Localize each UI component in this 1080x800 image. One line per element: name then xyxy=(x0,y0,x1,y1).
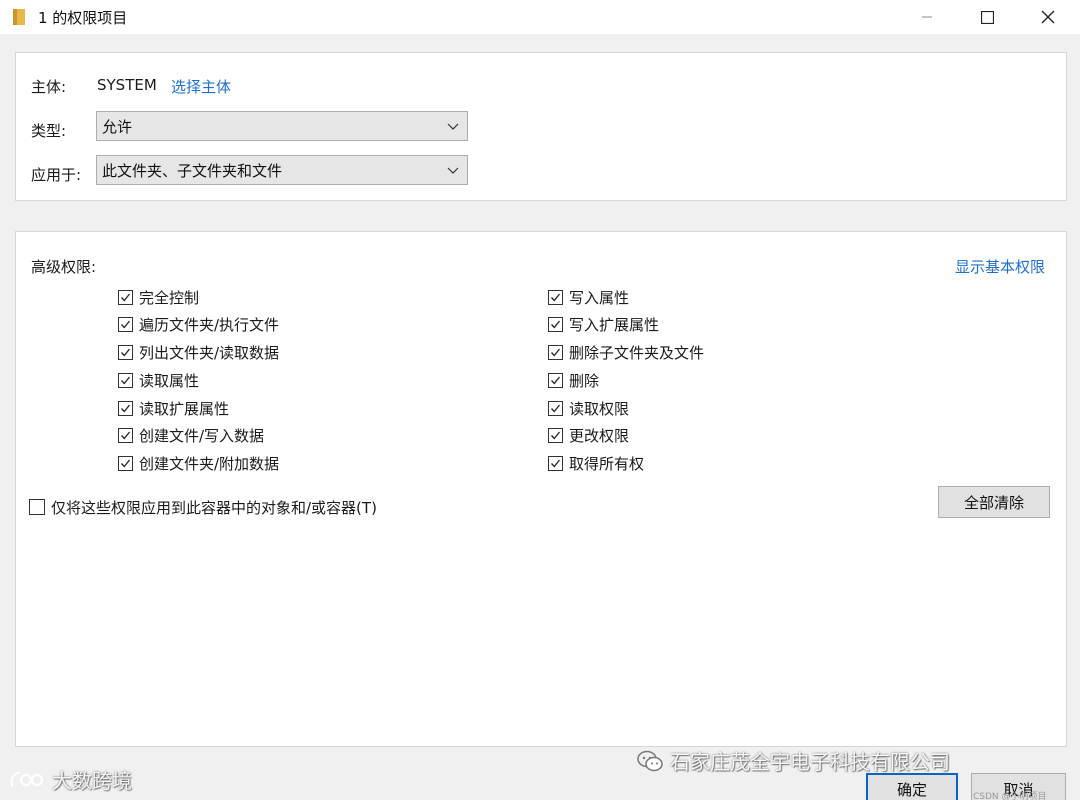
principal-label: 主体: xyxy=(31,78,67,96)
type-select[interactable]: 允许 xyxy=(96,111,468,141)
chevron-down-icon xyxy=(447,167,459,174)
permission-label: 创建文件/写入数据 xyxy=(139,426,265,445)
checkmark-icon xyxy=(121,459,131,467)
maximize-icon xyxy=(980,10,994,24)
checkbox[interactable] xyxy=(118,316,133,332)
checkmark-icon xyxy=(551,404,561,412)
checkmark-icon xyxy=(551,320,561,328)
checkbox[interactable] xyxy=(548,316,563,332)
checkmark-icon xyxy=(121,376,131,384)
checkbox[interactable] xyxy=(29,499,45,515)
permission-delete[interactable]: 删除 xyxy=(548,370,599,390)
maximize-button[interactable] xyxy=(957,0,1017,34)
checkbox[interactable] xyxy=(118,455,133,471)
permission-read-attributes[interactable]: 读取属性 xyxy=(118,370,199,390)
permission-label: 读取权限 xyxy=(569,399,630,418)
permission-label: 删除 xyxy=(569,371,600,390)
checkbox[interactable] xyxy=(548,427,563,443)
advanced-permissions-label: 高级权限: xyxy=(31,258,97,276)
wechat-icon xyxy=(637,750,663,771)
checkbox[interactable] xyxy=(118,289,133,305)
permission-label: 创建文件夹/附加数据 xyxy=(139,454,280,473)
checkmark-icon xyxy=(121,348,131,356)
checkmark-icon xyxy=(121,404,131,412)
checkbox[interactable] xyxy=(548,372,563,388)
advanced-permissions-panel xyxy=(15,231,1067,747)
applies-to-select[interactable]: 此文件夹、子文件夹和文件 xyxy=(96,155,468,185)
permission-label: 列出文件夹/读取数据 xyxy=(139,343,280,362)
permission-write-extended-attributes[interactable]: 写入扩展属性 xyxy=(548,314,659,334)
permission-read-permissions[interactable]: 读取权限 xyxy=(548,398,629,418)
checkbox[interactable] xyxy=(118,427,133,443)
checkbox[interactable] xyxy=(118,372,133,388)
permission-traverse-execute[interactable]: 遍历文件夹/执行文件 xyxy=(118,314,279,334)
permission-label: 完全控制 xyxy=(139,288,200,307)
ok-button[interactable]: 确定 xyxy=(866,773,958,800)
checkbox[interactable] xyxy=(548,455,563,471)
select-principal-link[interactable]: 选择主体 xyxy=(171,76,231,97)
clear-all-button[interactable]: 全部清除 xyxy=(938,486,1050,518)
permission-create-files-write-data[interactable]: 创建文件/写入数据 xyxy=(118,425,264,445)
minimize-icon xyxy=(922,16,932,18)
watermark-csdn: CSDN @小明项目 xyxy=(973,792,1047,800)
checkmark-icon xyxy=(551,376,561,384)
watermark-company-text: 石家庄茂全宇电子科技有限公司 xyxy=(670,750,950,774)
checkbox[interactable] xyxy=(118,344,133,360)
checkmark-icon xyxy=(121,293,131,301)
permission-label: 读取属性 xyxy=(139,371,200,390)
permission-take-ownership[interactable]: 取得所有权 xyxy=(548,453,644,473)
minimize-button[interactable] xyxy=(897,0,957,34)
type-select-value: 允许 xyxy=(102,117,133,136)
permission-label: 取得所有权 xyxy=(569,454,645,473)
close-icon xyxy=(1041,10,1055,24)
checkbox[interactable] xyxy=(548,289,563,305)
permission-label: 遍历文件夹/执行文件 xyxy=(139,315,280,334)
checkmark-icon xyxy=(551,348,561,356)
permission-label: 写入扩展属性 xyxy=(569,315,660,334)
permission-label: 写入属性 xyxy=(569,288,630,307)
checkmark-icon xyxy=(551,431,561,439)
window-title: 1 的权限项目 xyxy=(38,9,128,27)
brand-logo-icon xyxy=(10,771,44,787)
checkmark-icon xyxy=(551,459,561,467)
checkbox[interactable] xyxy=(548,344,563,360)
checkbox[interactable] xyxy=(118,400,133,416)
watermark-brand: 大数跨境 xyxy=(8,765,132,794)
checkmark-icon xyxy=(551,293,561,301)
permission-label: 读取扩展属性 xyxy=(139,399,230,418)
checkmark-icon xyxy=(121,431,131,439)
applies-to-label: 应用于: xyxy=(31,166,82,184)
show-basic-permissions-link[interactable]: 显示基本权限 xyxy=(955,256,1045,277)
close-button[interactable] xyxy=(1018,0,1078,34)
watermark-brand-text: 大数跨境 xyxy=(52,769,132,793)
permission-write-attributes[interactable]: 写入属性 xyxy=(548,287,629,307)
type-label: 类型: xyxy=(31,122,67,140)
chevron-down-icon xyxy=(447,123,459,130)
applies-to-select-value: 此文件夹、子文件夹和文件 xyxy=(102,161,283,180)
permission-delete-subfolders-files[interactable]: 删除子文件夹及文件 xyxy=(548,342,704,362)
permission-change-permissions[interactable]: 更改权限 xyxy=(548,425,629,445)
permission-label: 更改权限 xyxy=(569,426,630,445)
apply-only-to-container-checkbox-row[interactable]: 仅将这些权限应用到此容器中的对象和/或容器(T) xyxy=(29,497,377,517)
checkbox[interactable] xyxy=(548,400,563,416)
checkmark-icon xyxy=(121,320,131,328)
apply-only-to-container-label: 仅将这些权限应用到此容器中的对象和/或容器(T) xyxy=(51,498,377,517)
permission-create-folders-append-data[interactable]: 创建文件夹/附加数据 xyxy=(118,453,279,473)
title-bar: 1 的权限项目 xyxy=(0,0,1080,34)
permission-label: 删除子文件夹及文件 xyxy=(569,343,705,362)
permission-list-read-data[interactable]: 列出文件夹/读取数据 xyxy=(118,342,279,362)
watermark-company: 石家庄茂全宇电子科技有限公司 xyxy=(636,746,950,775)
permission-full-control[interactable]: 完全控制 xyxy=(118,287,199,307)
permission-read-extended-attributes[interactable]: 读取扩展属性 xyxy=(118,398,229,418)
principal-value: SYSTEM xyxy=(97,76,157,94)
folder-icon xyxy=(13,9,25,25)
